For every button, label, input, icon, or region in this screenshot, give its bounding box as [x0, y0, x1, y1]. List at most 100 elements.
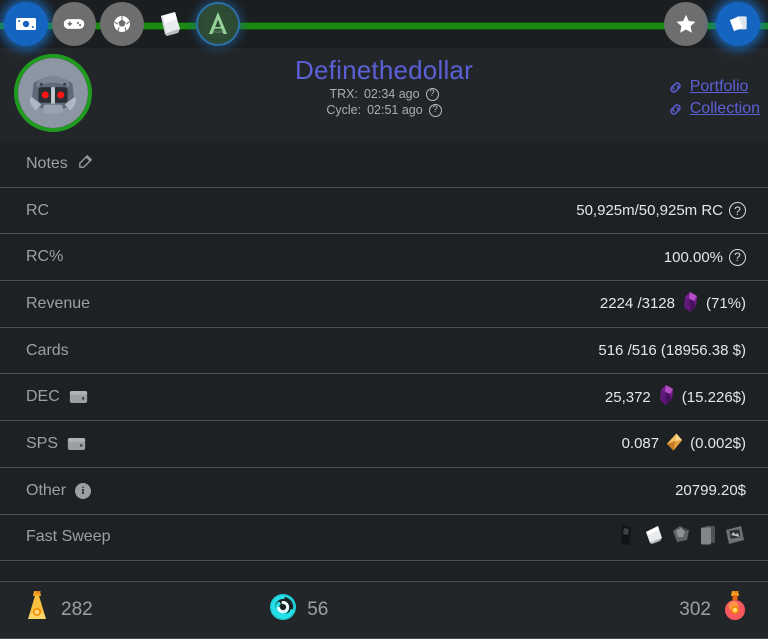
row-label-text: Other [26, 481, 67, 499]
row-sps[interactable]: SPS 0.087 (0.002$) [0, 421, 768, 468]
card-stack-icon[interactable] [716, 2, 760, 46]
row-fast-sweep[interactable]: Fast Sweep [0, 515, 768, 562]
row-label-text: Fast Sweep [26, 528, 111, 546]
row-label-sps: SPS [26, 435, 86, 453]
row-rc[interactable]: RC 50,925m/50,925m RC ? [0, 188, 768, 235]
fast-sweep-icons [616, 523, 746, 552]
row-value-rc-percent: 100.00% ? [664, 248, 746, 266]
card-back-icon-glyph [701, 525, 715, 545]
cycle-line: Cycle: 02:51 ago ? [0, 102, 768, 118]
row-value-revenue: 2224 /3128 (71%) [600, 291, 746, 317]
star-icon[interactable] [664, 2, 708, 46]
collection-link-label: Collection [689, 100, 760, 117]
help-circle-icon[interactable]: ? [729, 248, 746, 266]
collection-link[interactable]: Collection [667, 100, 760, 118]
potion-item-energy[interactable]: 56 [268, 592, 328, 628]
potion-item-legendary[interactable]: 282 [22, 589, 93, 631]
crumpled-pack-icon-glyph [673, 525, 689, 542]
row-label-cards: Cards [26, 342, 69, 360]
trx-value: 02:34 ago [363, 87, 420, 101]
row-label-notes: Notes [26, 153, 94, 175]
sps-crystal-icon [665, 432, 684, 456]
page-title: Definethedollar [295, 55, 473, 85]
card-back-icon[interactable] [697, 523, 719, 552]
link-chain-icon [667, 79, 684, 96]
wallet-icon[interactable] [67, 436, 86, 452]
cycle-value: 02:51 ago [367, 103, 423, 117]
dec-gem-icon [657, 384, 676, 410]
row-label-text: Notes [26, 154, 68, 172]
sps-crystal-icon-glyph [667, 433, 683, 451]
crumpled-pack-icon[interactable] [670, 523, 692, 552]
cycle-label: Cycle: [326, 103, 362, 117]
row-rc-percent[interactable]: RC% 100.00% ? [0, 234, 768, 282]
teal-spiral-icon-glyph [270, 594, 297, 620]
row-dec[interactable]: DEC 25,372 (15.226$) [0, 374, 768, 422]
edit-pencil-icon[interactable] [77, 153, 94, 175]
cash-icon-glyph [16, 18, 36, 30]
trx-line: TRX: 02:34 ago ? [0, 86, 768, 102]
card-stack-icon-glyph [729, 16, 747, 32]
profile-title-block: Definethedollar TRX: 02:34 ago ? Cycle: … [0, 54, 768, 118]
row-label-text: DEC [26, 388, 60, 406]
trx-label: TRX: [329, 87, 358, 101]
chaos-legion-pack-icon-glyph [621, 524, 635, 545]
row-label-revenue: Revenue [26, 295, 90, 313]
dec-gem-icon [681, 291, 700, 317]
wallet-icon[interactable] [69, 389, 88, 405]
row-value-cards: 516 /516 (18956.38 $) [598, 342, 746, 360]
stats-list: Notes RC 50,925m/50,925m RC ? RC% 100.00… [0, 141, 768, 562]
gamepad-icon-glyph [63, 19, 85, 29]
help-circle-icon[interactable]: ? [729, 202, 746, 220]
shield-icon-glyph [114, 16, 130, 32]
row-cards[interactable]: Cards 516 /516 (18956.38 $) [0, 328, 768, 375]
red-potion-icon-glyph [725, 591, 745, 620]
header-links: Portfolio Collection [667, 78, 760, 118]
link-chain-icon-glyph [670, 81, 681, 93]
row-other[interactable]: Other i 20799.20$ [0, 468, 768, 515]
row-label-text: RC [26, 201, 50, 219]
cash-icon[interactable] [4, 2, 48, 46]
row-value-other: 20799.20$ [675, 482, 746, 500]
wallet-icon-glyph [67, 437, 86, 451]
cycle-help-icon[interactable]: ? [428, 103, 442, 117]
portfolio-link-label: Portfolio [689, 78, 749, 95]
framed-card-icon-glyph [726, 525, 744, 544]
svg-text:ARCANE: ARCANE [211, 30, 224, 34]
profile-header: Definethedollar TRX: 02:34 ago ? Cycle: … [0, 48, 768, 141]
row-value-suffix: (0.002$) [690, 435, 746, 453]
row-value-rc: 50,925m/50,925m RC ? [576, 202, 746, 220]
cards-icon[interactable] [148, 2, 192, 46]
row-label-fast-sweep: Fast Sweep [26, 528, 110, 546]
shield-icon[interactable] [100, 2, 144, 46]
portfolio-link[interactable]: Portfolio [667, 78, 760, 96]
teal-spiral-icon [268, 592, 298, 628]
row-value-text: 0.087 [621, 435, 660, 453]
framed-card-icon[interactable] [724, 523, 746, 552]
edit-pencil-icon-glyph [78, 155, 92, 168]
potion-bar: 282 56 302 [0, 581, 768, 639]
row-label-text: Revenue [26, 294, 91, 312]
row-label-rc: RC [26, 202, 49, 220]
row-value-suffix: (15.226$) [681, 388, 746, 406]
nav-icons-right [664, 0, 760, 48]
row-value-sps: 0.087 (0.002$) [622, 432, 746, 456]
white-paper-pack-icon[interactable] [643, 523, 665, 552]
white-paper-pack-icon-glyph [646, 525, 662, 544]
top-nav-bar: ARCANE [0, 0, 768, 48]
arcane-icon[interactable]: ARCANE [196, 2, 240, 46]
gamepad-icon[interactable] [52, 2, 96, 46]
row-label-text: RC% [26, 248, 64, 266]
potion-item-alchemy[interactable]: 302 [679, 589, 750, 631]
row-revenue[interactable]: Revenue 2224 /3128 (71%) [0, 281, 768, 328]
row-notes[interactable]: Notes [0, 141, 768, 188]
wallet-icon-glyph [69, 391, 87, 404]
chaos-legion-pack-icon[interactable] [616, 523, 638, 552]
info-circle-icon[interactable]: i [75, 482, 92, 499]
nav-icons-left: ARCANE [4, 0, 240, 48]
trx-help-icon[interactable]: ? [425, 87, 439, 101]
row-label-other: Other i [26, 481, 92, 500]
row-label-text: Cards [26, 341, 69, 359]
star-icon-glyph [676, 14, 696, 33]
red-potion-icon [720, 589, 750, 631]
